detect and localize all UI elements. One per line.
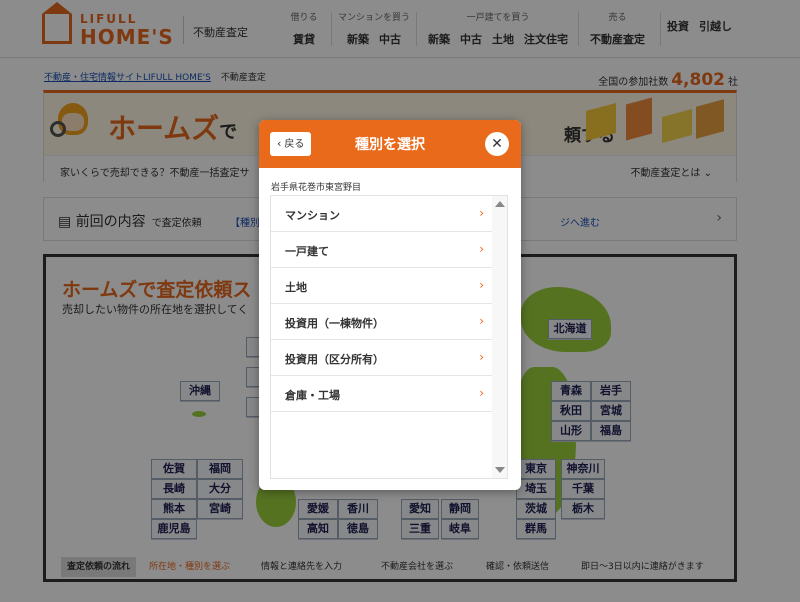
- option-label: 投資用（一棟物件）: [285, 317, 384, 330]
- option-investment-building[interactable]: 投資用（一棟物件） ›: [271, 304, 492, 340]
- option-label: 倉庫・工場: [285, 389, 340, 402]
- option-label: 土地: [285, 281, 307, 294]
- property-type-list: マンション › 一戸建て › 土地 › 投資用（一棟物件） › 投資用（区分所有） › 倉…: [270, 195, 508, 479]
- chevron-right-icon: ›: [479, 386, 484, 400]
- option-warehouse-factory[interactable]: 倉庫・工場 ›: [271, 376, 492, 412]
- scroll-down-icon[interactable]: [495, 467, 505, 473]
- modal-header: ‹ 戻る 種別を選択 ✕: [259, 120, 521, 168]
- option-label: 一戸建て: [285, 245, 329, 258]
- chevron-right-icon: ›: [479, 350, 484, 364]
- option-land[interactable]: 土地 ›: [271, 268, 492, 304]
- option-mansion[interactable]: マンション ›: [271, 196, 492, 232]
- option-detached-house[interactable]: 一戸建て ›: [271, 232, 492, 268]
- property-type-modal: ‹ 戻る 種別を選択 ✕ 岩手県花巻市東宮野目 マンション › 一戸建て › 土地 › …: [259, 120, 521, 490]
- chevron-right-icon: ›: [479, 314, 484, 328]
- close-icon[interactable]: ✕: [485, 132, 509, 156]
- chevron-right-icon: ›: [479, 242, 484, 256]
- option-investment-unit[interactable]: 投資用（区分所有） ›: [271, 340, 492, 376]
- list-scrollbar[interactable]: [492, 196, 507, 478]
- scroll-up-icon[interactable]: [495, 201, 505, 207]
- option-label: マンション: [285, 209, 340, 222]
- modal-title: 種別を選択: [355, 137, 425, 153]
- option-label: 投資用（区分所有）: [285, 353, 384, 366]
- chevron-right-icon: ›: [479, 278, 484, 292]
- selected-location: 岩手県花巻市東宮野目: [271, 183, 362, 193]
- chevron-right-icon: ›: [479, 206, 484, 220]
